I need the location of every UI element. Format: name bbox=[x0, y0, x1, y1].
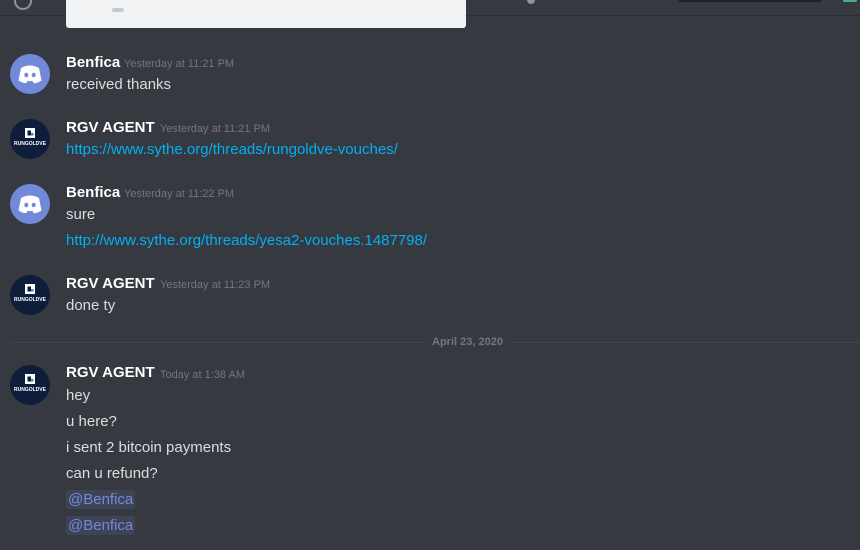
rungoldve-logo-icon bbox=[25, 374, 35, 384]
timestamp: Yesterday at 11:23 PM bbox=[160, 279, 271, 291]
discord-logo-icon bbox=[18, 195, 42, 214]
username[interactable]: RGV AGENT bbox=[66, 119, 155, 136]
date-divider-label: April 23, 2020 bbox=[424, 336, 511, 348]
avatar[interactable]: RUNGOLDVE bbox=[10, 365, 50, 405]
embed-placeholder bbox=[112, 8, 124, 12]
timestamp: Yesterday at 11:22 PM bbox=[124, 188, 235, 200]
search-input[interactable] bbox=[678, 0, 822, 2]
message-text: done ty bbox=[66, 297, 116, 314]
timestamp: Yesterday at 11:21 PM bbox=[124, 58, 235, 70]
avatar[interactable]: RUNGOLDVE bbox=[10, 275, 50, 315]
rungoldve-logo-icon bbox=[25, 128, 35, 138]
message-text: hey bbox=[66, 387, 91, 404]
members-icon[interactable] bbox=[527, 0, 535, 4]
help-icon[interactable] bbox=[14, 0, 32, 10]
user-mention[interactable]: @Benfica bbox=[66, 516, 136, 535]
user-mention[interactable]: @Benfica bbox=[66, 490, 136, 509]
avatar[interactable]: RUNGOLDVE bbox=[10, 119, 50, 159]
avatar-label: RUNGOLDVE bbox=[14, 297, 46, 303]
embed-preview[interactable] bbox=[66, 0, 466, 28]
avatar[interactable] bbox=[10, 54, 50, 94]
discord-logo-icon bbox=[18, 65, 42, 84]
timestamp: Today at 1:38 AM bbox=[160, 369, 245, 381]
message-link[interactable]: http://www.sythe.org/threads/yesa2-vouch… bbox=[66, 232, 427, 249]
username[interactable]: RGV AGENT bbox=[66, 364, 155, 381]
message-text: can u refund? bbox=[66, 465, 158, 482]
avatar-label: RUNGOLDVE bbox=[14, 387, 46, 393]
username[interactable]: RGV AGENT bbox=[66, 275, 155, 292]
rungoldve-logo-icon bbox=[25, 284, 35, 294]
message-text: u here? bbox=[66, 413, 117, 430]
message-link[interactable]: https://www.sythe.org/threads/rungoldve-… bbox=[66, 141, 398, 158]
inbox-icon[interactable] bbox=[843, 0, 857, 2]
avatar-label: RUNGOLDVE bbox=[14, 141, 46, 147]
message-text: received thanks bbox=[66, 76, 172, 93]
avatar[interactable] bbox=[10, 184, 50, 224]
message-text: i sent 2 bitcoin payments bbox=[66, 439, 232, 456]
timestamp: Yesterday at 11:21 PM bbox=[160, 123, 271, 135]
username[interactable]: Benfica bbox=[66, 54, 120, 71]
username[interactable]: Benfica bbox=[66, 184, 120, 201]
message-text: sure bbox=[66, 206, 96, 223]
